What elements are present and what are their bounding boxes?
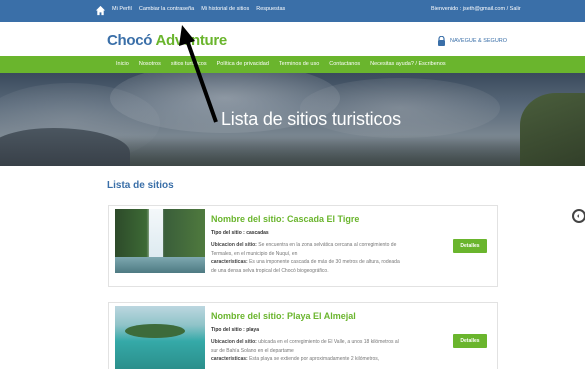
site-thumbnail-beach[interactable] (115, 306, 205, 369)
features-label: caracteristicas: (211, 356, 250, 362)
site-thumbnail-waterfall[interactable] (115, 209, 205, 273)
site-type-label: Tipo del sitio : (211, 230, 247, 236)
site-name[interactable]: Nombre del sitio: Cascada El Tigre (211, 214, 359, 224)
secure-badge: NAVEGUE & SEGURO (437, 36, 507, 46)
nav-item-terminos[interactable]: Terminos de uso (279, 61, 319, 67)
site-type-value: cascadas (246, 230, 269, 236)
location-label: Ubicacion del sitio: (211, 339, 259, 345)
welcome-logout-link[interactable]: Bienvenido : jseth@gmail.com / Salir (431, 6, 521, 12)
home-icon[interactable] (95, 5, 106, 16)
top-link-answers[interactable]: Respuestas (256, 6, 285, 12)
logo-text-accent: Adventure (155, 32, 227, 49)
logo-text-main: Chocó (107, 32, 156, 49)
site-card: Nombre del sitio: Cascada El Tigre Tipo … (108, 205, 498, 287)
top-link-change-password[interactable]: Cambiar la contraseña (139, 6, 194, 12)
brand-bar: Chocó Adventure NAVEGUE & SEGURO (0, 22, 585, 56)
details-button[interactable]: Detalles (453, 334, 487, 348)
top-link-profile[interactable]: Mi Perfil (112, 6, 132, 12)
nav-item-sitios[interactable]: sitios turisticos (171, 61, 207, 67)
main-nav: Inicio Nosotros sitios turisticos Políti… (0, 56, 585, 73)
hero-cliff (520, 93, 585, 166)
details-button[interactable]: Detalles (453, 239, 487, 253)
waterfall-pool (115, 257, 205, 273)
accessibility-icon[interactable]: ◐ (572, 209, 585, 223)
top-bar: Mi Perfil Cambiar la contraseña Mi histo… (0, 0, 585, 22)
nav-item-contactanos[interactable]: Contactanos (329, 61, 360, 67)
nav-item-nosotros[interactable]: Nosotros (139, 61, 161, 67)
site-card: Nombre del sitio: Playa El Almejal Tipo … (108, 302, 498, 369)
features-label: caracteristicas: (211, 259, 250, 265)
site-description: Ubicacion del sitio: ubicada en el corre… (211, 338, 406, 364)
site-name[interactable]: Nombre del sitio: Playa El Almejal (211, 311, 356, 321)
site-logo[interactable]: Chocó Adventure (107, 32, 227, 49)
lock-icon (438, 36, 445, 46)
features-text: Esta playa se extiende por aproximadamen… (249, 356, 380, 362)
secure-label: NAVEGUE & SEGURO (450, 38, 508, 44)
hero-title: Lista de sitios turisticos (221, 109, 401, 129)
top-nav: Mi Perfil Cambiar la contraseña Mi histo… (112, 6, 285, 12)
section-title: Lista de sitios (107, 180, 174, 191)
site-description: Ubicacion del sitio: Se encuentra en la … (211, 241, 406, 275)
site-type-label: Tipo del sitio : (211, 327, 247, 333)
site-type-value: playa (246, 327, 259, 333)
site-type: Tipo del sitio : playa (211, 327, 259, 333)
nav-item-inicio[interactable]: Inicio (116, 61, 129, 67)
location-label: Ubicacion del sitio: (211, 242, 259, 248)
site-type: Tipo del sitio : cascadas (211, 230, 269, 236)
nav-item-ayuda[interactable]: Necesitas ayuda? / Escribenos (370, 61, 446, 67)
top-link-history[interactable]: Mi historial de sitios (201, 6, 249, 12)
hero-banner: Lista de sitios turisticos (0, 73, 585, 166)
beach-island (125, 324, 185, 338)
nav-item-privacidad[interactable]: Política de privacidad (217, 61, 269, 67)
